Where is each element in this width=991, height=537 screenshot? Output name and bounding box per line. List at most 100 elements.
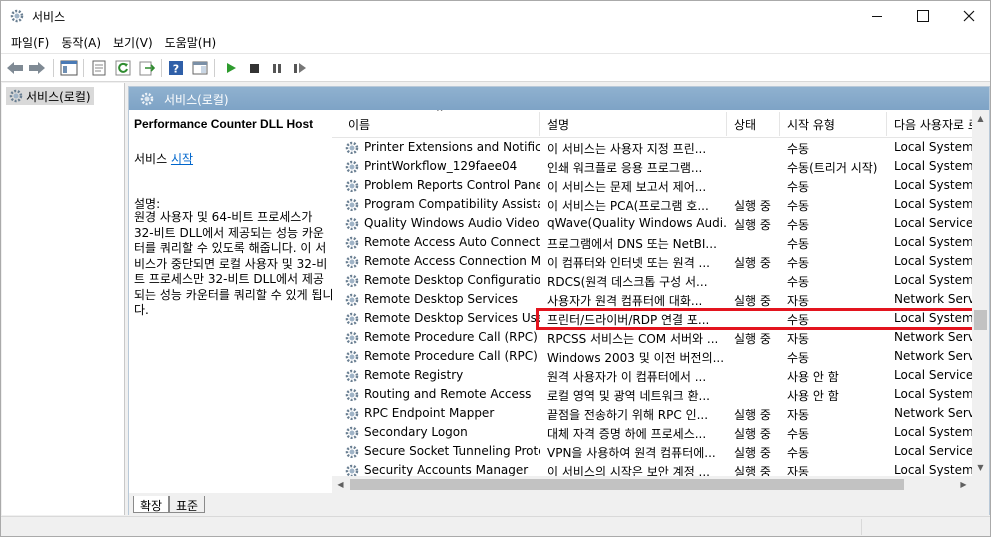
- console-tree-icon[interactable]: [60, 60, 78, 76]
- vertical-scroll-thumb[interactable]: [974, 310, 987, 330]
- vertical-scrollbar[interactable]: ▲ ▼: [972, 110, 989, 476]
- highlight-annotation-box: [536, 308, 989, 330]
- service-description: 이 서비스는 문제 보고서 제어...: [547, 180, 707, 194]
- service-row[interactable]: Remote Procedure Call (RPC) L... Windows …: [332, 347, 972, 366]
- service-name-text: Program Compatibility Assista...: [364, 197, 540, 211]
- service-name: PrintWorkflow_129faee04: [344, 159, 540, 173]
- tab-extended[interactable]: 확장: [133, 496, 170, 513]
- service-row[interactable]: Remote Access Auto Connecti... 프로그램에서 DNS…: [332, 233, 972, 252]
- tree-item-services-local[interactable]: 서비스(로컬): [6, 87, 94, 105]
- service-name-text: Remote Procedure Call (RPC): [364, 330, 538, 344]
- properties-icon[interactable]: [90, 60, 108, 76]
- service-gear-icon: [344, 178, 360, 192]
- restart-service-icon[interactable]: [291, 60, 309, 76]
- column-header-description[interactable]: 설명: [539, 110, 727, 138]
- service-name-text: Remote Desktop Services: [364, 292, 519, 306]
- service-row[interactable]: Remote Access Connection M... 이 컴퓨터와 인터넷 …: [332, 252, 972, 271]
- service-description: 이 서비스는 PCA(프로그램 호...: [547, 199, 709, 213]
- scroll-left-arrow-icon[interactable]: ◀: [332, 476, 349, 493]
- service-name-text: Remote Access Connection M...: [364, 254, 540, 268]
- forward-arrow-icon[interactable]: [28, 60, 46, 76]
- service-row[interactable]: Secondary Logon 대체 자격 증명 하에 프로세스... 실행 중 수동…: [332, 423, 972, 442]
- service-logon-as: Network Service: [894, 406, 972, 420]
- service-description: RDCS(원격 데스크톱 구성 서...: [547, 275, 708, 289]
- menu-action[interactable]: 동작(A): [55, 31, 107, 53]
- service-description: qWave(Quality Windows Audi...: [547, 216, 727, 230]
- service-row[interactable]: Quality Windows Audio Video ... qWave(Qua…: [332, 214, 972, 233]
- service-logon-as: Network Service: [894, 349, 972, 363]
- service-logon-as: Local System: [894, 254, 972, 268]
- services-list: 이름 ^ 설명 상태 시작 유형 다음 사용자로 로그온 Printer Ext…: [332, 110, 989, 493]
- column-header-startup-type[interactable]: 시작 유형: [779, 110, 889, 138]
- service-gear-icon: [344, 444, 360, 458]
- service-startup-type: 수동: [787, 237, 810, 251]
- back-arrow-icon[interactable]: [6, 60, 24, 76]
- service-gear-icon: [344, 216, 360, 230]
- title-bar: 서비스: [1, 1, 990, 31]
- service-gear-icon: [344, 140, 360, 154]
- maximize-button[interactable]: [900, 1, 946, 31]
- help-icon[interactable]: ?: [167, 60, 185, 76]
- service-row[interactable]: Problem Reports Control Panel... 이 서비스는 문…: [332, 176, 972, 195]
- service-row[interactable]: Remote Desktop Configuration RDCS(원격 데스크톱…: [332, 271, 972, 290]
- service-name-text: Printer Extensions and Notifica...: [364, 140, 540, 154]
- horizontal-scrollbar[interactable]: ◀ ▶: [332, 476, 972, 493]
- selected-service-title: Performance Counter DLL Host: [134, 117, 314, 131]
- services-pane: 서비스(로컬) Performance Counter DLL Host 서비스…: [128, 86, 990, 515]
- service-logon-as: Local System: [894, 273, 972, 287]
- service-description: 인쇄 워크플로 응용 프로그램...: [547, 161, 703, 175]
- service-logon-as: Local System: [894, 178, 972, 192]
- service-description: 이 서비스는 사용자 지정 프린...: [547, 142, 707, 156]
- service-row[interactable]: Remote Desktop Services 사용자가 원격 컴퓨터에 대화..…: [332, 290, 972, 309]
- service-gear-icon: [344, 197, 360, 211]
- minimize-button[interactable]: [854, 1, 900, 31]
- window-title: 서비스: [32, 10, 66, 24]
- service-startup-type: 자동: [787, 294, 810, 308]
- service-startup-type: 수동: [787, 218, 810, 232]
- service-startup-type: 수동: [787, 427, 810, 441]
- scroll-down-arrow-icon[interactable]: ▼: [972, 459, 989, 476]
- refresh-icon[interactable]: [114, 60, 132, 76]
- service-row[interactable]: Remote Registry 원격 사용자가 이 컴퓨터에서 ... 사용 안 함…: [332, 366, 972, 385]
- service-row[interactable]: Program Compatibility Assista... 이 서비스는 P…: [332, 195, 972, 214]
- service-name: Remote Desktop Services User...: [344, 311, 540, 325]
- service-description: 프로그램에서 DNS 또는 NetBI...: [547, 237, 717, 251]
- horizontal-scroll-thumb[interactable]: [350, 479, 904, 490]
- service-name: Problem Reports Control Panel...: [344, 178, 540, 192]
- svg-text:?: ?: [173, 63, 179, 76]
- console-tree: 서비스(로컬): [2, 83, 125, 515]
- service-status: 실행 중: [734, 446, 771, 460]
- service-logon-as: Local System: [894, 159, 972, 173]
- scroll-up-arrow-icon[interactable]: ▲: [972, 110, 989, 127]
- service-action-prefix: 서비스: [134, 152, 171, 166]
- column-header-status[interactable]: 상태: [726, 110, 779, 138]
- start-service-icon[interactable]: [222, 60, 240, 76]
- menu-help[interactable]: 도움말(H): [159, 31, 223, 53]
- service-description: 끝점을 전송하기 위해 RPC 인...: [547, 408, 709, 422]
- column-header-logon-as[interactable]: 다음 사용자로 로그온: [886, 110, 972, 138]
- service-row[interactable]: Routing and Remote Access 로컬 영역 및 광역 네트워크…: [332, 385, 972, 404]
- scroll-right-arrow-icon[interactable]: ▶: [955, 476, 972, 493]
- service-name-text: Secure Socket Tunneling Proto...: [364, 444, 540, 458]
- service-description: VPN을 사용하여 원격 컴퓨터에...: [547, 446, 716, 460]
- pause-service-icon[interactable]: [268, 60, 286, 76]
- stop-service-icon[interactable]: [245, 60, 263, 76]
- status-bar: [1, 516, 990, 536]
- show-hide-pane-icon[interactable]: [191, 60, 209, 76]
- service-row[interactable]: Secure Socket Tunneling Proto... VPN을 사용하…: [332, 442, 972, 461]
- menu-view[interactable]: 보기(V): [107, 31, 159, 53]
- service-status: 실행 중: [734, 199, 771, 213]
- start-service-link[interactable]: 시작: [171, 152, 193, 166]
- service-row[interactable]: Printer Extensions and Notifica... 이 서비스는…: [332, 138, 972, 157]
- service-row[interactable]: RPC Endpoint Mapper 끝점을 전송하기 위해 RPC 인... 실…: [332, 404, 972, 423]
- service-row[interactable]: PrintWorkflow_129faee04 인쇄 워크플로 응용 프로그램..…: [332, 157, 972, 176]
- close-button[interactable]: [946, 1, 991, 31]
- menu-file[interactable]: 파일(F): [5, 31, 55, 53]
- export-list-icon[interactable]: [138, 60, 156, 76]
- tab-standard[interactable]: 표준: [169, 496, 206, 513]
- service-startup-type: 수동: [787, 199, 810, 213]
- toolbar-separator: [161, 59, 162, 77]
- service-name-text: Remote Desktop Services User...: [364, 311, 540, 325]
- service-startup-type: 수동: [787, 446, 810, 460]
- service-row[interactable]: Remote Procedure Call (RPC) RPCSS 서비스는 CO…: [332, 328, 972, 347]
